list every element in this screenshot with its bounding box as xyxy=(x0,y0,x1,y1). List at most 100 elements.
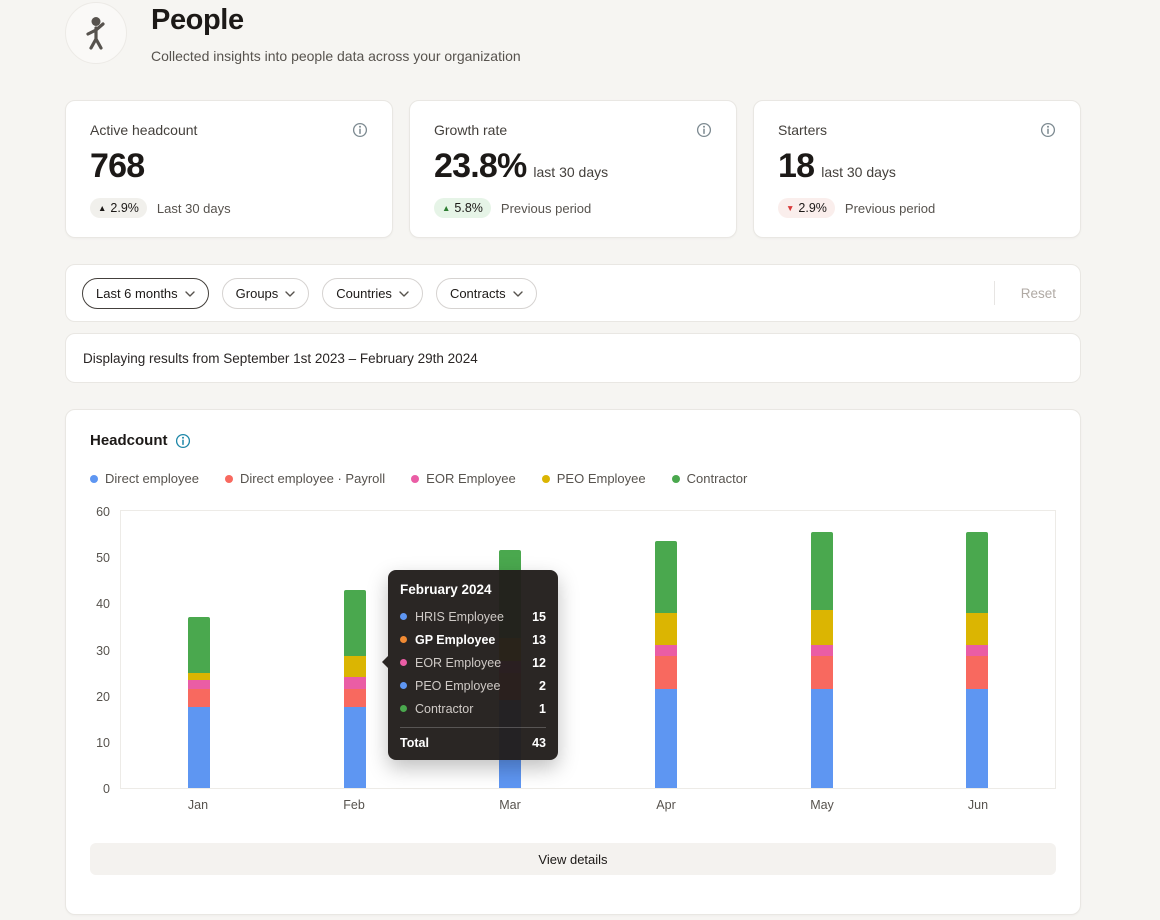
info-icon[interactable] xyxy=(1040,122,1056,138)
people-avatar xyxy=(65,2,127,64)
headcount-card: Headcount Direct employee Direct employee… xyxy=(65,409,1081,915)
bar-segment-contractor xyxy=(810,531,833,611)
trend-badge: ▲ 5.8% xyxy=(434,198,491,218)
y-axis-tick: 30 xyxy=(96,643,110,658)
tooltip-row-value: 15 xyxy=(532,609,546,624)
person-icon xyxy=(81,16,111,50)
tooltip-row-value: 1 xyxy=(539,701,546,716)
reset-filters-button[interactable]: Reset xyxy=(1013,286,1064,301)
legend-label: Direct employee · Payroll xyxy=(239,471,386,486)
tooltip-row-gp-employee: GP Employee 13 xyxy=(400,628,546,651)
bar-segment-eor-employee xyxy=(966,644,989,657)
tooltip-dot-icon xyxy=(400,705,407,712)
bar-segment-contractor xyxy=(187,617,210,673)
x-axis-label: Jun xyxy=(967,798,989,812)
page-title: People xyxy=(151,4,244,36)
legend-dot-icon xyxy=(411,474,420,483)
bar-segment-eor-employee xyxy=(187,679,210,689)
bar-apr[interactable] xyxy=(654,541,677,788)
legend-dot-icon xyxy=(541,474,550,483)
y-axis-tick: 60 xyxy=(96,505,110,519)
chart-title: Headcount xyxy=(90,432,168,449)
bar-jan[interactable] xyxy=(187,617,210,788)
tooltip-divider xyxy=(400,727,546,728)
tooltip-row-value: 2 xyxy=(539,678,546,693)
filter-pills: Last 6 months Groups Countries Contracts xyxy=(82,277,537,309)
bar-segment-peo-employee xyxy=(654,612,677,645)
filter-divider xyxy=(993,281,995,305)
bar-segment-peo-employee xyxy=(810,610,833,645)
chevron-down-icon xyxy=(399,290,409,297)
info-icon[interactable] xyxy=(696,122,712,138)
stat-title: Active headcount xyxy=(90,122,198,138)
y-axis-tick: 10 xyxy=(96,735,110,750)
view-details-button[interactable]: View details xyxy=(90,843,1056,875)
badge-caption: Previous period xyxy=(500,200,592,216)
stat-title: Growth rate xyxy=(434,122,508,138)
bar-segment-contractor xyxy=(654,541,677,613)
page-header: People Collected insights into people da… xyxy=(65,2,1081,64)
stat-card-starters: Starters 18 last 30 days ▼ 2.9% Previous peri… xyxy=(753,100,1081,238)
trend-value: 5.8% xyxy=(454,201,483,215)
filter-pill-countries[interactable]: Countries xyxy=(322,277,423,309)
legend-label: EOR Employee xyxy=(426,471,516,486)
chevron-down-icon xyxy=(184,290,195,297)
bar-segment-direct-employee-payroll xyxy=(654,656,677,689)
bar-segment-direct-employee xyxy=(810,688,833,788)
tooltip-row-label: GP Employee xyxy=(415,632,496,647)
legend-dot-icon xyxy=(224,474,233,483)
filter-pill-last-6-months[interactable]: Last 6 months xyxy=(82,277,209,309)
tooltip-row-value: 12 xyxy=(532,655,546,670)
y-axis: 0 10 20 30 40 50 60 xyxy=(90,505,120,796)
bar-segment-peo-employee xyxy=(187,672,210,680)
tooltip-row-value: 13 xyxy=(532,632,546,647)
tooltip-row-hris-employee: HRIS Employee 15 xyxy=(400,605,546,628)
y-axis-tick: 20 xyxy=(96,689,110,704)
filter-pill-groups[interactable]: Groups xyxy=(221,277,310,309)
bar-may[interactable] xyxy=(810,531,833,788)
bar-jun[interactable] xyxy=(966,531,989,788)
stat-title: Starters xyxy=(778,122,828,138)
legend-label: Contractor xyxy=(686,471,748,486)
bar-segment-direct-employee-payroll xyxy=(187,688,210,708)
bar-segment-direct-employee-payroll xyxy=(810,656,833,689)
x-axis-label: Jan xyxy=(187,798,209,812)
tooltip-row-label: EOR Employee xyxy=(415,655,502,670)
bar-segment-contractor xyxy=(966,531,989,613)
filter-pill-label: Contracts xyxy=(449,285,506,301)
chevron-down-icon xyxy=(512,290,523,297)
y-axis-tick: 0 xyxy=(103,782,110,796)
filter-pill-label: Groups xyxy=(235,285,279,301)
filter-bar: Last 6 months Groups Countries Contracts Re… xyxy=(65,264,1081,322)
tooltip-dot-icon xyxy=(400,636,407,643)
y-axis-tick: 50 xyxy=(96,551,110,566)
legend-item-direct-employee: Direct employee xyxy=(90,471,199,486)
results-notice-bar: Displaying results from September 1st 20… xyxy=(65,333,1081,383)
bar-segment-peo-employee xyxy=(343,656,366,678)
bar-segment-eor-employee xyxy=(343,677,366,689)
results-notice-text: Displaying results from September 1st 20… xyxy=(83,350,478,366)
tooltip-row-peo-employee: PEO Employee 2 xyxy=(400,674,546,697)
arrow-up-icon: ▲ xyxy=(98,202,107,213)
x-axis-label: May xyxy=(810,798,834,812)
trend-badge: ▼ 2.9% xyxy=(778,198,835,218)
page-subtitle: Collected insights into people data acro… xyxy=(151,48,521,64)
x-axis-label: Apr xyxy=(656,798,676,812)
bar-segment-direct-employee xyxy=(187,707,210,788)
filter-pill-contracts[interactable]: Contracts xyxy=(435,277,537,309)
headcount-chart: 0 10 20 30 40 50 60 Jan Feb Mar Apr May Jun Februar… xyxy=(90,505,1056,815)
bar-segment-peo-employee xyxy=(966,612,989,645)
legend-item-peo-employee: PEO Employee xyxy=(541,471,646,486)
filter-pill-label: Last 6 months xyxy=(96,285,178,301)
stat-value-suffix: last 30 days xyxy=(533,164,609,180)
info-icon[interactable] xyxy=(175,433,191,449)
stat-value: 768 xyxy=(90,147,145,185)
tooltip-row-label: HRIS Employee xyxy=(415,609,504,624)
badge-caption: Previous period xyxy=(844,200,936,216)
bar-feb[interactable] xyxy=(343,589,366,788)
legend-item-contractor: Contractor xyxy=(671,471,748,486)
legend-label: Direct employee xyxy=(105,471,199,486)
info-icon[interactable] xyxy=(352,122,368,138)
tooltip-dot-icon xyxy=(400,613,407,620)
bar-segment-eor-employee xyxy=(810,644,833,657)
